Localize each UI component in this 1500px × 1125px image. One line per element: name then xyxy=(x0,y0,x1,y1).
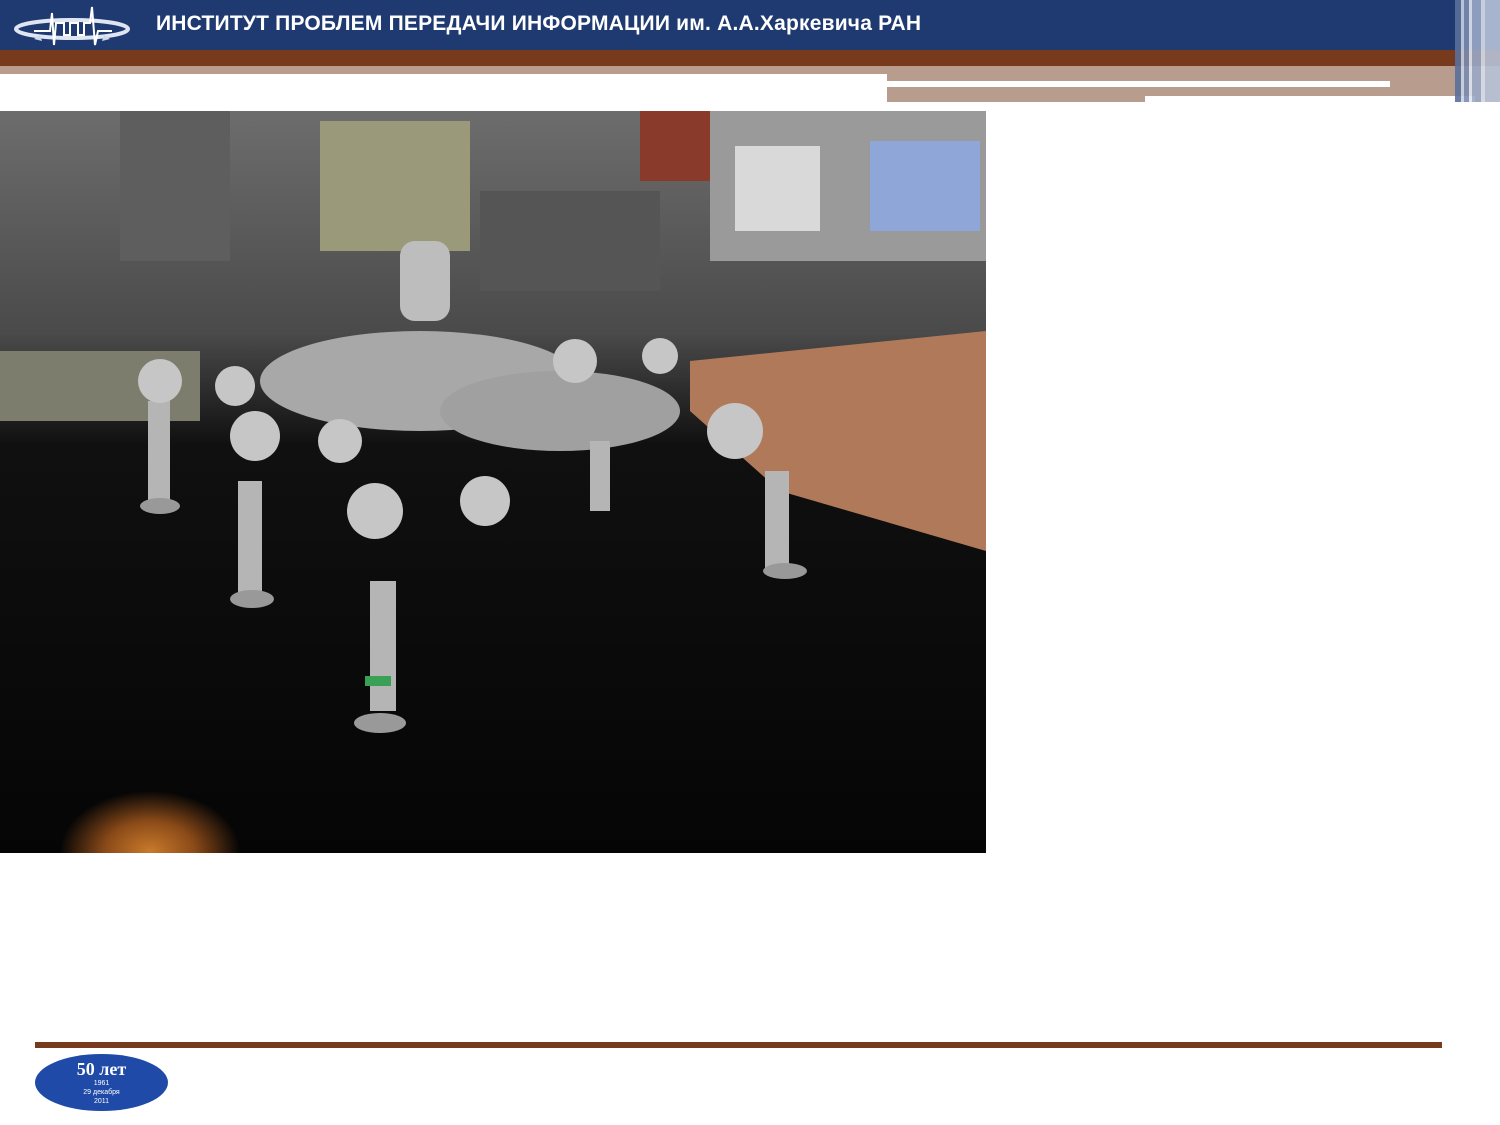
header-brown-stripe xyxy=(0,50,1500,66)
institute-logo-icon xyxy=(14,6,130,46)
decor-vertical-stripes xyxy=(1455,0,1500,102)
header-tan-stripe xyxy=(0,66,887,74)
decor-line xyxy=(887,81,1390,87)
badge-title: 50 лет xyxy=(76,1059,127,1079)
decor-line xyxy=(1145,96,1475,102)
institute-title: ИНСТИТУТ ПРОБЛЕМ ПЕРЕДАЧИ ИНФОРМАЦИИ им.… xyxy=(156,12,922,35)
hexapod-robot-image xyxy=(0,111,986,733)
badge-year-end: 2011 xyxy=(93,1098,110,1105)
anniversary-badge: 50 лет 1961 29 декабря 2011 xyxy=(35,1054,168,1111)
badge-date: 29 декабря xyxy=(83,1089,120,1096)
robot-photo xyxy=(0,111,986,853)
badge-year-start: 1961 xyxy=(93,1080,110,1087)
footer-divider xyxy=(35,1042,1442,1048)
